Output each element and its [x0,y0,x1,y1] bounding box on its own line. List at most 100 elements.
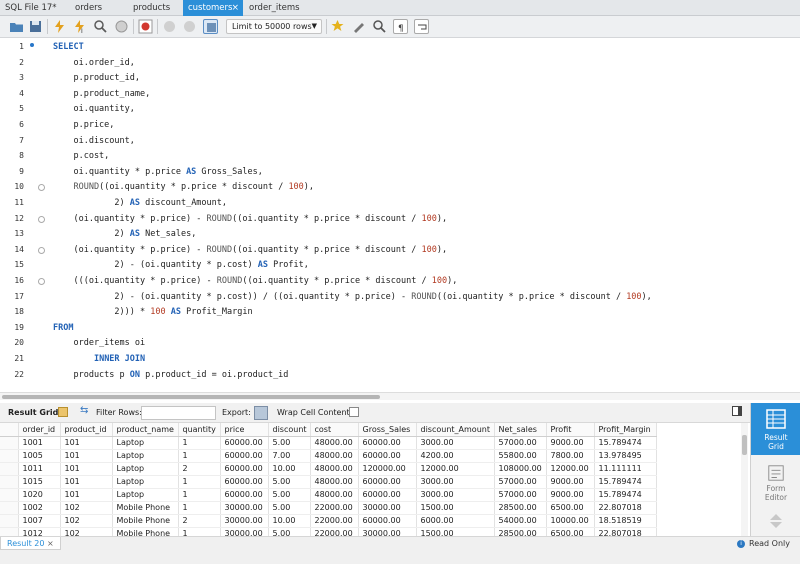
find-icon[interactable] [372,19,387,34]
table-cell[interactable]: Mobile Phone [112,514,179,528]
table-cell[interactable]: 1002 [18,501,61,515]
result-grid[interactable]: order_id product_id product_name quantity pr… [0,423,740,536]
table-cell[interactable]: 1007 [18,514,61,528]
code-line[interactable]: oi.discount, [53,134,134,149]
column-header[interactable]: Gross_Sales [358,423,417,437]
scrollbar-thumb[interactable] [2,395,380,399]
code-line[interactable]: (((oi.quantity * p.price) - ROUND((oi.qu… [53,274,457,289]
result-grid-view-button[interactable]: Result Grid [751,403,800,455]
table-cell[interactable]: 10000.00 [546,514,595,528]
table-cell[interactable]: 101 [60,488,113,502]
table-cell[interactable]: 5.00 [268,501,311,515]
table-cell[interactable]: 9000.00 [546,475,595,489]
form-editor-view-button[interactable]: Form Editor [751,458,800,508]
stop-on-error-icon[interactable] [138,19,153,34]
table-row[interactable]: 1007 102 Mobile Phone 2 30000.00 10.00 22000.0… [0,514,657,528]
table-cell[interactable]: 60000.00 [220,462,269,476]
table-cell[interactable]: 55800.00 [494,449,547,463]
table-cell[interactable]: 6500.00 [546,527,595,536]
table-cell[interactable]: 57000.00 [494,436,547,450]
row-selector[interactable] [0,501,19,515]
table-cell[interactable]: 2 [178,514,221,528]
table-cell[interactable]: Laptop [112,462,179,476]
sql-editor[interactable]: 1 SELECT 2 oi.order_id, 3 p.product_id, 4 p.… [0,38,800,390]
table-cell[interactable]: 60000.00 [220,436,269,450]
column-header[interactable]: Profit_Margin [594,423,657,437]
table-cell[interactable]: 54000.00 [494,514,547,528]
column-header[interactable]: price [220,423,269,437]
fold-toggle-icon[interactable] [38,184,45,192]
table-cell[interactable]: 3000.00 [416,436,495,450]
table-cell[interactable]: 6000.00 [416,514,495,528]
table-cell[interactable]: 102 [60,527,113,536]
table-cell[interactable]: 12000.00 [546,462,595,476]
table-cell[interactable]: Laptop [112,449,179,463]
table-cell[interactable]: 120000.00 [358,462,417,476]
column-header[interactable]: discount [268,423,311,437]
column-header[interactable]: discount_Amount [416,423,495,437]
filter-rows-input[interactable] [141,406,216,420]
table-row[interactable]: 1015 101 Laptop 1 60000.00 5.00 48000.00 60000.… [0,475,657,489]
table-cell[interactable]: 1005 [18,449,61,463]
table-cell[interactable]: 3000.00 [416,488,495,502]
table-cell[interactable]: 1001 [18,436,61,450]
table-row[interactable]: 1001 101 Laptop 1 60000.00 5.00 48000.00 60000.… [0,436,657,450]
explain-icon[interactable] [93,19,108,34]
code-line[interactable]: p.price, [53,118,114,133]
table-cell[interactable]: 1 [178,527,221,536]
table-cell[interactable]: Mobile Phone [112,527,179,536]
column-header[interactable]: product_id [60,423,113,437]
table-cell[interactable]: 30000.00 [220,527,269,536]
table-cell[interactable]: Laptop [112,475,179,489]
table-cell[interactable]: 48000.00 [310,449,359,463]
table-row[interactable]: 1012 102 Mobile Phone 1 30000.00 5.00 22000.00… [0,527,657,536]
table-cell[interactable]: 60000.00 [220,449,269,463]
table-cell[interactable]: 15.789474 [594,436,657,450]
table-cell[interactable]: 2 [178,462,221,476]
table-cell[interactable]: 60000.00 [358,488,417,502]
table-cell[interactable]: 5.00 [268,488,311,502]
table-cell[interactable]: 11.111111 [594,462,657,476]
table-cell[interactable]: 3000.00 [416,475,495,489]
column-header[interactable]: product_name [112,423,179,437]
code-line[interactable]: 2))) * 100 AS Profit_Margin [53,305,252,320]
table-cell[interactable]: 28500.00 [494,527,547,536]
table-cell[interactable]: 60000.00 [220,488,269,502]
table-cell[interactable]: 101 [60,475,113,489]
brush-icon[interactable] [351,19,366,34]
table-cell[interactable]: 22.807018 [594,501,657,515]
table-cell[interactable]: Laptop [112,436,179,450]
table-cell[interactable]: Mobile Phone [112,501,179,515]
stop-icon[interactable] [114,19,129,34]
table-cell[interactable]: 108000.00 [494,462,547,476]
column-header[interactable]: Profit [546,423,595,437]
code-line[interactable]: p.product_id, [53,71,140,86]
wrap-icon[interactable] [414,19,429,34]
result-tab[interactable]: Result 20 × [0,537,61,550]
tab-customers[interactable]: customers × [183,0,243,16]
table-cell[interactable]: 1011 [18,462,61,476]
table-cell[interactable]: 5.00 [268,436,311,450]
table-cell[interactable]: 1020 [18,488,61,502]
fold-toggle-icon[interactable] [38,215,45,223]
table-cell[interactable]: 1500.00 [416,527,495,536]
open-folder-icon[interactable] [9,19,24,34]
rollback-icon[interactable] [182,19,197,34]
table-cell[interactable]: 1 [178,475,221,489]
tab-sql-file[interactable]: SQL File 17* [0,0,62,16]
column-header[interactable]: quantity [178,423,221,437]
table-cell[interactable]: 22000.00 [310,501,359,515]
beautify-icon[interactable] [330,19,345,34]
toggle-sidebar-icon[interactable] [732,406,742,416]
fold-toggle-icon[interactable] [38,278,45,285]
row-selector[interactable] [0,488,19,502]
table-cell[interactable]: 48000.00 [310,488,359,502]
scrollbar-thumb[interactable] [742,435,747,455]
editor-horizontal-scrollbar[interactable] [0,392,800,400]
execute-statement-icon[interactable]: I [72,19,87,34]
table-cell[interactable]: 60000.00 [358,475,417,489]
tab-orders[interactable]: orders [70,0,124,16]
code-line[interactable]: p.product_name, [53,87,150,102]
table-cell[interactable]: 15.789474 [594,475,657,489]
code-line[interactable]: INNER JOIN [53,352,145,367]
